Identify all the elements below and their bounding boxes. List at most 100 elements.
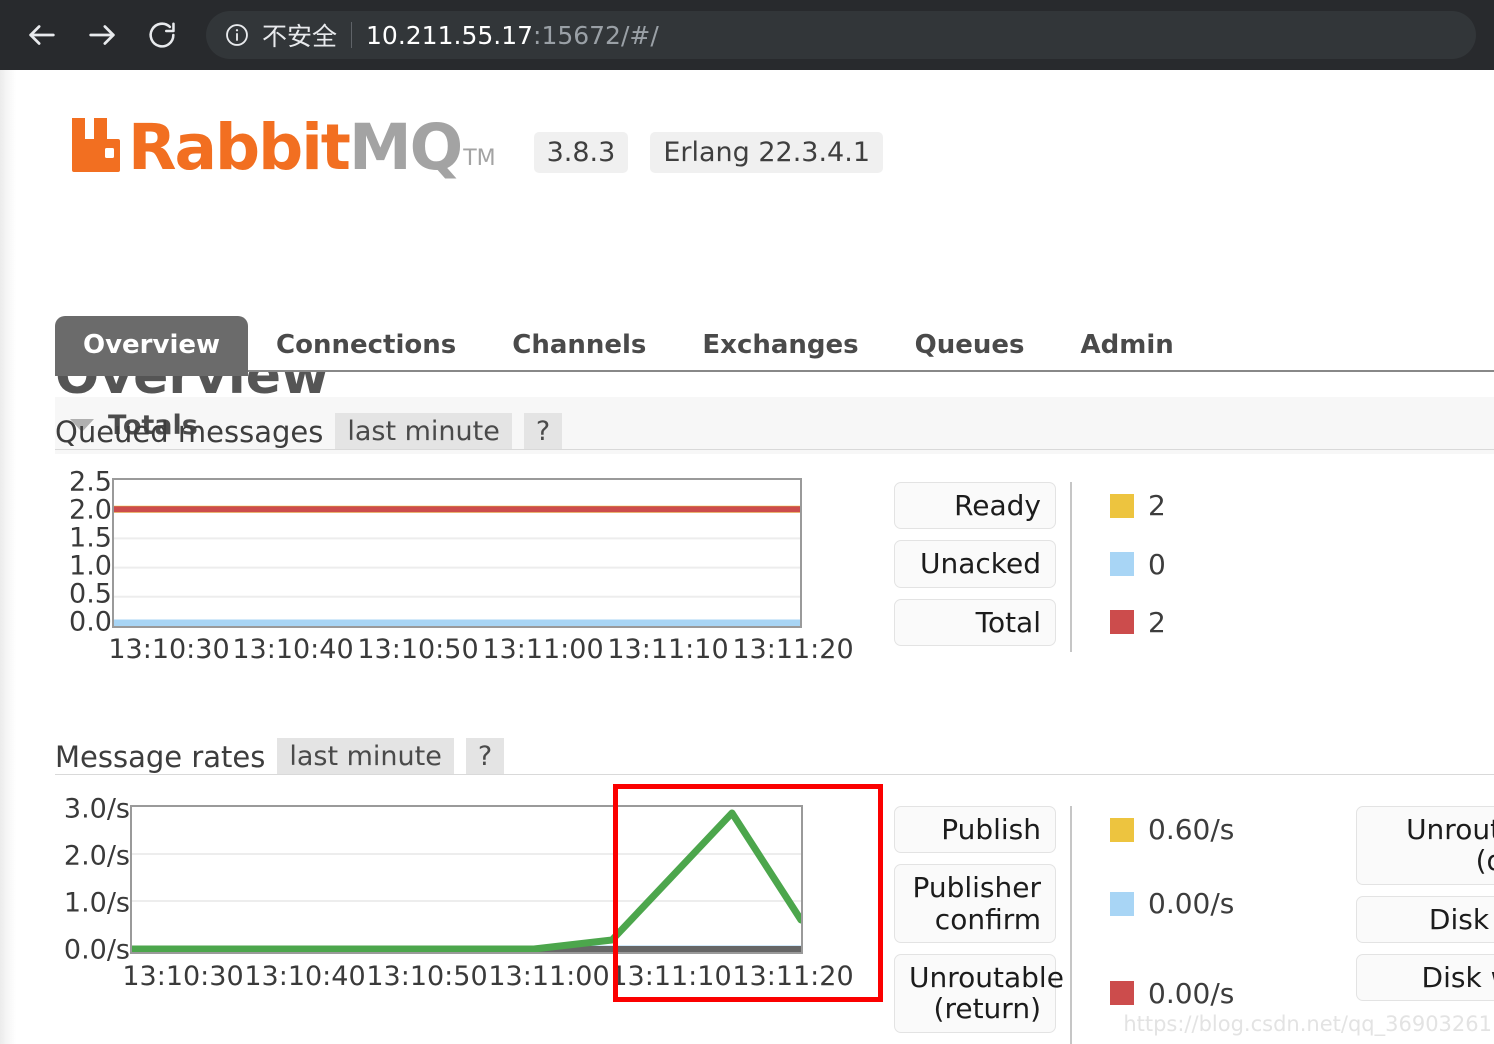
y-tick: 0.0: [69, 606, 112, 638]
x-tick: 13:11:00: [488, 961, 610, 992]
rabbitmq-logo-icon: [70, 116, 122, 172]
watermark-text: https://blog.csdn.net/qq_36903261: [1123, 1012, 1492, 1036]
queued-messages-title: Queued messages: [55, 414, 324, 449]
x-tick: 13:11:10: [607, 634, 729, 665]
back-button[interactable]: [18, 11, 66, 59]
reload-button[interactable]: [138, 11, 186, 59]
legend-value-total: 2: [1148, 605, 1166, 639]
queued-messages-help-chip[interactable]: ?: [523, 413, 563, 450]
legend-row: Disk read: [1356, 895, 1494, 944]
tab-channels[interactable]: Channels: [484, 316, 674, 376]
rates-chart-plot-area: [130, 805, 803, 954]
legend-row: Total 2: [894, 598, 1166, 647]
legend-value-unroutable-return: 0.00/s: [1148, 976, 1235, 1010]
y-tick: 2.5: [69, 466, 112, 498]
x-tick: 13:10:40: [232, 634, 354, 665]
legend-value-publisher-confirm: 0.00/s: [1148, 887, 1235, 921]
x-tick: 13:11:10: [610, 961, 732, 992]
y-tick: 2.0/s: [63, 840, 130, 872]
queued-messages-rule: [55, 449, 1494, 450]
erlang-version-badge: Erlang 22.3.4.1: [650, 132, 883, 173]
legend-button-unacked[interactable]: Unacked: [894, 540, 1056, 588]
legend-value-ready: 2: [1148, 489, 1166, 523]
page-left-edge-shade: [0, 70, 16, 1044]
version-badge: 3.8.3: [533, 132, 629, 173]
y-tick: 2.0: [69, 494, 112, 526]
legend-swatch-publisher-confirm: [1110, 891, 1134, 916]
tab-connections[interactable]: Connections: [248, 316, 484, 376]
trademark-mark: TM: [463, 146, 496, 171]
arrow-left-icon: [25, 18, 59, 52]
security-status-label: 不安全: [262, 22, 338, 51]
message-rates-rule: [55, 774, 1494, 775]
queued-messages-header: Queued messages last minute ?: [55, 413, 563, 450]
queued-chart-series: [114, 505, 800, 626]
info-circle-icon[interactable]: [224, 22, 250, 48]
tab-exchanges[interactable]: Exchanges: [674, 316, 886, 376]
message-rates-title: Message rates: [55, 739, 266, 774]
queued-chart-y-axis: 2.5 2.0 1.5 1.0 0.5 0.0: [50, 466, 112, 638]
tab-admin[interactable]: Admin: [1053, 316, 1202, 376]
message-rates-help-chip[interactable]: ?: [465, 738, 505, 775]
legend-swatch-publish: [1110, 817, 1134, 842]
legend-swatch-unacked: [1110, 552, 1134, 577]
message-rates-chart: 3.0/s 2.0/s 1.0/s 0.0/s 13:10:30 13:10:4…: [55, 794, 854, 1005]
rabbitmq-management-page: RabbitMQ TM 3.8.3 Erlang 22.3.4.1 Overvi…: [0, 70, 1494, 1044]
x-tick: 13:10:30: [108, 634, 230, 665]
brand-name-primary: Rabbit: [128, 111, 351, 184]
legend-value-publish: 0.60/s: [1148, 813, 1235, 847]
rates-chart-series: [132, 809, 801, 952]
legend-row: Publish 0.60/s: [894, 806, 1235, 854]
reload-icon: [146, 19, 178, 51]
legend-button-publish[interactable]: Publish: [894, 806, 1056, 854]
y-tick: 1.5: [69, 522, 112, 554]
legend-row: Publisher confirm 0.00/s: [894, 864, 1235, 944]
queued-messages-range-chip[interactable]: last minute: [335, 413, 512, 450]
x-tick: 13:11:20: [732, 961, 854, 992]
y-tick: 0.5: [69, 578, 112, 610]
queued-messages-chart: 2.5 2.0 1.5 1.0 0.5 0.0 13:10:30 13:10:4…: [55, 467, 854, 670]
legend-button-disk-read[interactable]: Disk read: [1356, 895, 1494, 944]
message-rates-header: Message rates last minute ?: [55, 738, 505, 775]
message-rates-range-chip[interactable]: last minute: [277, 738, 454, 775]
address-bar[interactable]: 不安全 10.211.55.17:15672/#/: [206, 11, 1476, 59]
address-bar-url: 10.211.55.17:15672/#/: [366, 21, 659, 50]
legend-button-total[interactable]: Total: [894, 598, 1056, 647]
legend-button-unroutable-drop[interactable]: Unroutable (drop): [1356, 806, 1494, 885]
legend-button-publisher-confirm[interactable]: Publisher confirm: [894, 864, 1056, 944]
legend-row: Unroutable (drop): [1356, 806, 1494, 885]
legend-button-ready[interactable]: Ready: [894, 482, 1056, 530]
x-tick: 13:10:40: [244, 961, 366, 992]
tab-overview[interactable]: Overview: [55, 316, 249, 376]
main-navigation: Overview Connections Channels Exchanges …: [55, 316, 1202, 376]
x-tick: 13:10:30: [122, 961, 244, 992]
x-tick: 13:11:20: [732, 634, 854, 665]
legend-row: Disk write: [1356, 954, 1494, 1002]
url-path: :15672/#/: [533, 20, 659, 50]
rates-chart-y-axis: 3.0/s 2.0/s 1.0/s 0.0/s: [50, 793, 130, 975]
brand-name-secondary: MQ: [348, 111, 463, 184]
tab-queues[interactable]: Queues: [887, 316, 1053, 376]
legend-value-unacked: 0: [1148, 547, 1166, 581]
legend-button-disk-write[interactable]: Disk write: [1356, 954, 1494, 1002]
legend-swatch-unroutable-return: [1110, 981, 1134, 1006]
legend-swatch-ready: [1110, 493, 1134, 518]
arrow-right-icon: [85, 18, 119, 52]
x-tick: 13:10:50: [357, 634, 479, 665]
queued-chart-plot-area: [112, 478, 802, 628]
y-tick: 3.0/s: [63, 793, 130, 825]
x-tick: 13:11:00: [482, 634, 604, 665]
url-host: 10.211.55.17: [366, 20, 534, 50]
x-tick: 13:10:50: [366, 961, 488, 992]
address-bar-divider: [351, 22, 353, 48]
y-tick: 0.0/s: [63, 934, 130, 966]
legend-row: Ready 2: [894, 482, 1166, 530]
legend-button-unroutable-return[interactable]: Unroutable (return): [894, 954, 1064, 1033]
brand-header: RabbitMQ TM 3.8.3 Erlang 22.3.4.1: [70, 116, 883, 179]
forward-button[interactable]: [78, 11, 126, 59]
y-tick: 1.0: [69, 550, 112, 582]
browser-toolbar: 不安全 10.211.55.17:15672/#/: [0, 0, 1494, 70]
y-tick: 1.0/s: [63, 887, 130, 919]
legend-row: Unacked 0: [894, 540, 1166, 588]
legend-swatch-total: [1110, 610, 1134, 635]
